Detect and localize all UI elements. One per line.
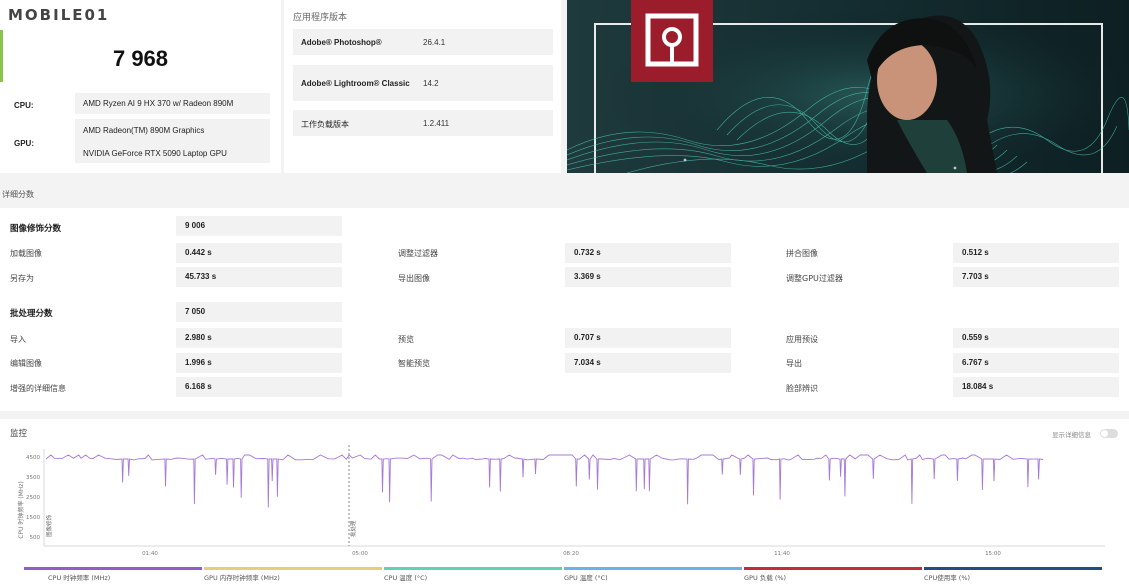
detail-value: 0.512 s: [953, 243, 1119, 263]
legend-label: GPU 负载 (%): [744, 574, 787, 582]
legend-item[interactable]: GPU 温度 (°C): [564, 567, 742, 585]
y-tick-label: 500: [30, 535, 41, 541]
detail-label: 加载图像: [10, 249, 42, 258]
cpu-value-box: AMD Ryzen AI 9 HX 370 w/ Radeon 890M: [75, 93, 270, 114]
legend-color-bar: [24, 567, 202, 570]
detail-value: 7.034 s: [565, 353, 731, 373]
gpu-value-2: NVIDIA GeForce RTX 5090 Laptop GPU: [83, 149, 227, 158]
version-row: Adobe® Photoshop® 26.4.1: [293, 29, 553, 55]
batch-score-label: 批处理分数: [10, 309, 53, 319]
detail-label: 增强的详细信息: [10, 384, 66, 393]
x-tick-label: 01:40: [142, 551, 158, 557]
detail-label: 应用预设: [786, 335, 818, 344]
cpu-clock-series-line: [45, 454, 1044, 508]
gpu-value-1: AMD Radeon(TM) 890M Graphics: [83, 126, 205, 135]
y-axis-label: CPU 时钟频率 (MHz): [17, 481, 25, 539]
y-tick-label: 2500: [26, 495, 40, 501]
phase-marker-label: 批处理: [349, 520, 357, 537]
legend-color-bar: [384, 567, 562, 570]
detail-label: 导出: [786, 359, 802, 368]
detail-label: 导入: [10, 335, 26, 344]
image-score-value: 9 006: [176, 216, 342, 236]
detail-value: 0.559 s: [953, 328, 1119, 348]
detail-label: 调整过滤器: [398, 249, 438, 258]
y-tick-label: 3500: [26, 475, 40, 481]
score-card: MOBILE01 7 968 CPU: AMD Ryzen AI 9 HX 37…: [0, 0, 281, 173]
legend-item[interactable]: GPU 负载 (%): [744, 567, 922, 585]
legend-label: GPU 温度 (°C): [564, 574, 608, 582]
x-tick-label: 08:20: [563, 551, 579, 557]
detail-label: 拼合图像: [786, 249, 818, 258]
detail-label: 另存为: [10, 274, 34, 283]
legend-label: CPU使用率 (%): [924, 574, 971, 582]
image-score-label: 图像修饰分数: [10, 224, 62, 234]
batch-score-value: 7 050: [176, 302, 342, 322]
app-version-title: 应用程序版本: [293, 13, 348, 23]
detail-label: 智能预览: [398, 359, 430, 368]
version-name: Adobe® Photoshop®: [301, 38, 382, 47]
detail-label: 调整GPU过滤器: [786, 274, 843, 283]
app-version-card: 应用程序版本 Adobe® Photoshop® 26.4.1 Adobe® L…: [284, 0, 561, 173]
version-value: 1.2.411: [423, 119, 450, 128]
details-title: 详细分数: [2, 190, 34, 199]
hero-illustration: [567, 0, 1129, 173]
legend-label: GPU 内存时钟频率 (MHz): [204, 574, 280, 582]
overall-score: 7 968: [112, 46, 169, 71]
gpu-value-box: AMD Radeon(TM) 890M Graphics NVIDIA GeFo…: [75, 119, 270, 163]
detail-value: 1.996 s: [176, 353, 342, 373]
cpu-value: AMD Ryzen AI 9 HX 370 w/ Radeon 890M: [83, 99, 234, 108]
detail-value: 6.168 s: [176, 377, 342, 397]
legend-color-bar: [564, 567, 742, 570]
legend-color-bar: [744, 567, 922, 570]
x-tick-label: 11:40: [774, 551, 790, 557]
legend-color-bar: [204, 567, 382, 570]
legend-item[interactable]: CPU 时钟频率 (MHz): [24, 567, 202, 585]
hero-image: [567, 0, 1129, 173]
version-value: 26.4.1: [423, 38, 446, 47]
detail-value: 3.369 s: [565, 267, 731, 287]
cpu-label: CPU:: [14, 101, 34, 110]
y-tick-label: 4500: [26, 455, 40, 461]
detail-value: 45.733 s: [176, 267, 342, 287]
detail-label: 脸部辨识: [786, 384, 818, 393]
detail-value: 0.442 s: [176, 243, 342, 263]
phase-marker-label: 图像修饰: [45, 514, 53, 537]
version-value: 14.2: [423, 79, 439, 88]
details-panel: 图像修饰分数 9 006 加载图像 0.442 s 调整过滤器 0.732 s …: [0, 208, 1129, 411]
version-row: 工作负载版本 1.2.411: [293, 110, 553, 136]
legend-item[interactable]: GPU 内存时钟频率 (MHz): [204, 567, 382, 585]
monitor-panel: 监控 显示详细信息 CPU 时钟频率 (MHz) 4500 3500 2500 150…: [0, 419, 1129, 585]
detail-label: 预览: [398, 335, 414, 344]
legend-color-bar: [924, 567, 1102, 570]
detail-value: 18.084 s: [953, 377, 1119, 397]
y-tick-label: 1500: [26, 515, 40, 521]
version-name: 工作负载版本: [301, 120, 349, 129]
version-name: Adobe® Lightroom® Classic: [301, 79, 410, 88]
detail-value: 0.707 s: [565, 328, 731, 348]
legend-item[interactable]: CPU 温度 (°C): [384, 567, 562, 585]
detail-value: 6.767 s: [953, 353, 1119, 373]
detail-value: 2.980 s: [176, 328, 342, 348]
legend-label: CPU 温度 (°C): [384, 574, 428, 582]
detail-value: 7.703 s: [953, 267, 1119, 287]
detail-label: 导出图像: [398, 274, 430, 283]
x-tick-label: 15:00: [985, 551, 1001, 557]
monitor-chart: CPU 时钟频率 (MHz) 4500 3500 2500 1500 500 01:40…: [17, 445, 1105, 557]
gpu-label: GPU:: [14, 139, 34, 148]
brand-logo: MOBILE01: [8, 6, 110, 24]
x-tick-label: 05:00: [352, 551, 368, 557]
version-row: Adobe® Lightroom® Classic 14.2: [293, 65, 553, 101]
benchmark-logo-block: [631, 0, 713, 82]
detail-label: 编辑图像: [10, 359, 42, 368]
legend-item[interactable]: CPU使用率 (%): [924, 567, 1102, 585]
detail-value: 0.732 s: [565, 243, 731, 263]
legend-label: CPU 时钟频率 (MHz): [48, 574, 111, 582]
